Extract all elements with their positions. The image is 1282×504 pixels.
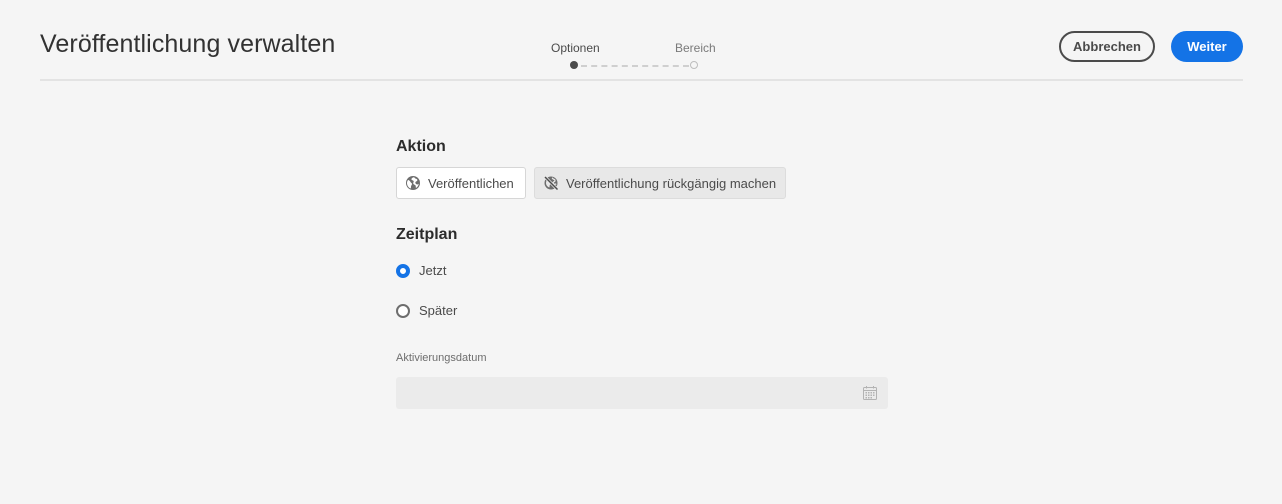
globe-off-icon bbox=[543, 175, 559, 191]
schedule-later-radio[interactable]: Später bbox=[396, 303, 457, 318]
unpublish-button[interactable]: Veröffentlichung rückgängig machen bbox=[534, 167, 786, 199]
activation-date-field[interactable] bbox=[396, 377, 888, 409]
schedule-later-label: Später bbox=[419, 303, 458, 318]
activation-date-label: Aktivierungsdatum bbox=[396, 352, 487, 364]
publish-button-label: Veröffentlichen bbox=[428, 175, 514, 191]
radio-button-checked[interactable] bbox=[396, 263, 410, 278]
next-button[interactable]: Weiter bbox=[1171, 31, 1243, 62]
radio-button-unchecked[interactable] bbox=[396, 303, 410, 318]
schedule-now-label: Jetzt bbox=[419, 263, 447, 278]
schedule-heading: Zeitplan bbox=[396, 226, 458, 243]
page-title: Veröffentlichung verwalten bbox=[40, 30, 336, 58]
wizard-stepper: Optionen Bereich bbox=[545, 38, 745, 74]
publish-button[interactable]: Veröffentlichen bbox=[396, 167, 526, 199]
unpublish-button-label: Veröffentlichung rückgängig machen bbox=[566, 175, 777, 191]
step-dot-scope bbox=[690, 61, 698, 69]
manage-publication-page: Veröffentlichung verwalten Optionen Bere… bbox=[0, 0, 1282, 504]
globe-icon bbox=[406, 176, 420, 190]
step-dot-options bbox=[570, 61, 578, 69]
step-label-scope: Bereich bbox=[675, 41, 716, 55]
action-heading: Aktion bbox=[396, 138, 446, 155]
header-bar: Veröffentlichung verwalten Optionen Bere… bbox=[40, 0, 1243, 81]
calendar-icon[interactable] bbox=[862, 385, 878, 401]
schedule-now-radio[interactable]: Jetzt bbox=[396, 263, 446, 278]
activation-date-input[interactable] bbox=[396, 377, 846, 409]
step-connector bbox=[581, 65, 689, 67]
step-label-options: Optionen bbox=[551, 41, 600, 55]
cancel-button[interactable]: Abbrechen bbox=[1059, 31, 1155, 62]
